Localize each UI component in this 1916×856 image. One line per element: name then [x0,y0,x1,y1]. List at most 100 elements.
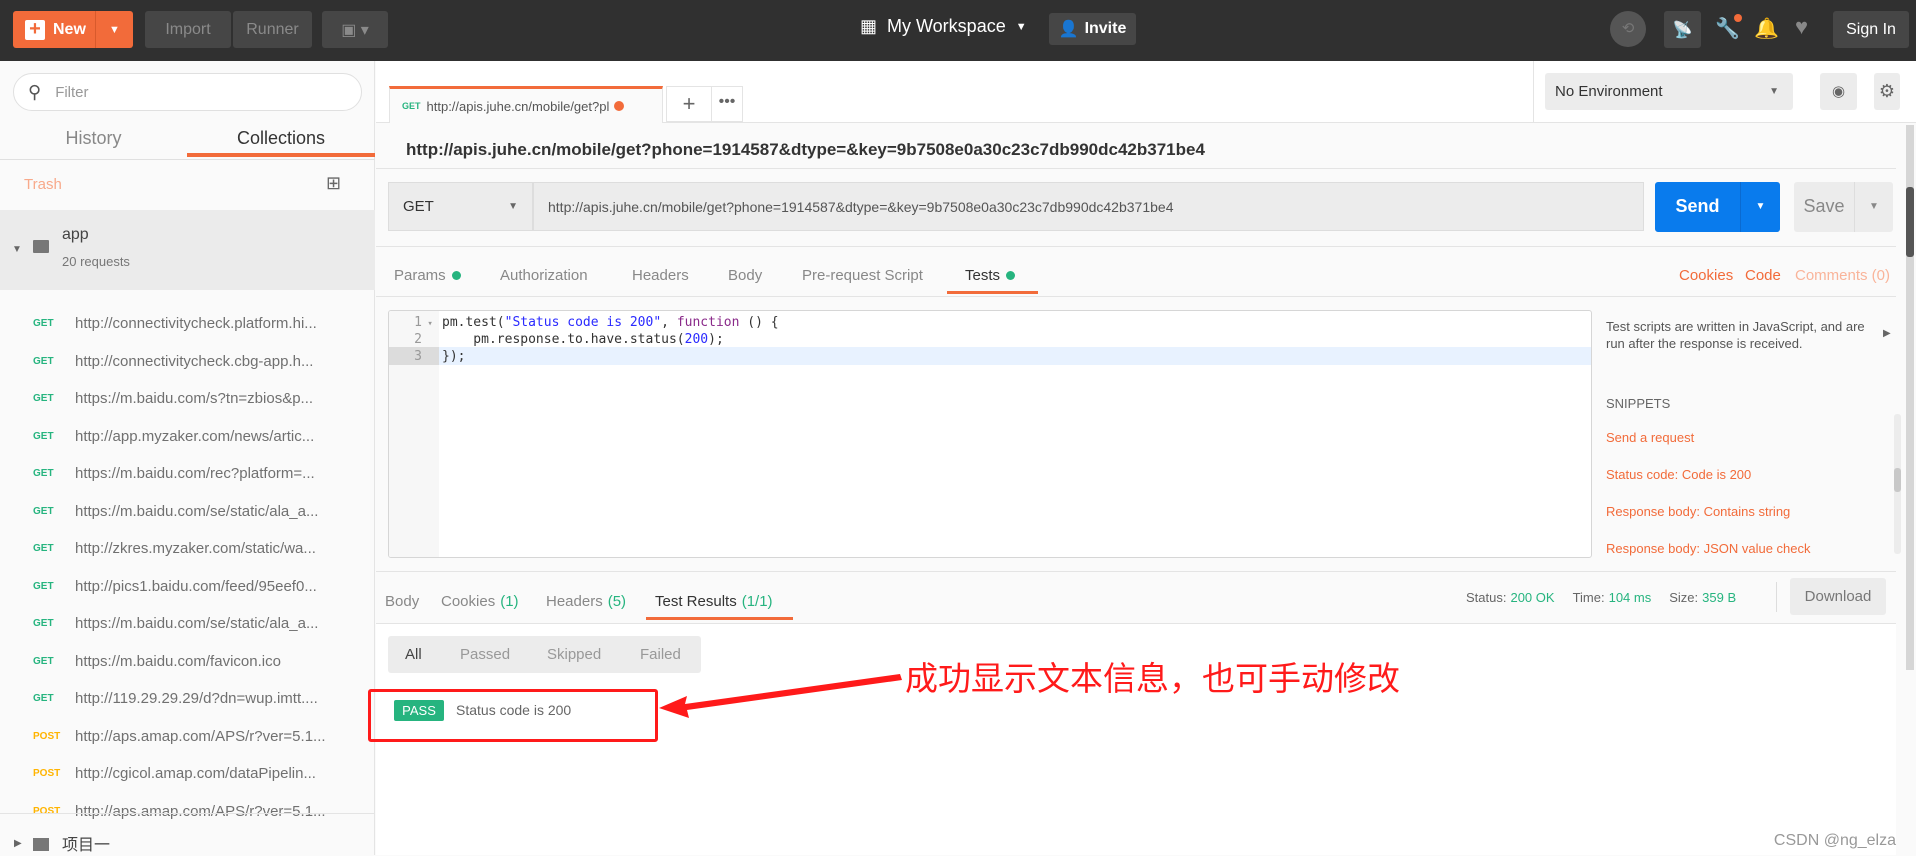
collection-name: 项目一 [62,837,111,854]
request-item[interactable]: GET https://m.baidu.com/rec?platform=... [0,455,375,492]
tab-label: Pre-request Script [802,267,923,284]
request-url: http://connectivitycheck.platform.hi... [75,315,317,332]
request-item[interactable]: GET http://connectivitycheck.cbg-app.h... [0,343,375,380]
folder-icon [33,838,49,851]
request-item[interactable]: GET http://119.29.29.29/d?dn=wup.imtt.... [0,680,375,717]
trash-link[interactable]: Trash [24,176,62,193]
request-item[interactable]: POST http://aps.amap.com/APS/r?ver=5.1... [0,793,375,830]
request-item[interactable]: POST http://cgicol.amap.com/dataPipelin..… [0,755,375,792]
workspace-switcher[interactable]: ▦ My Workspace ▼ [860,16,1027,37]
gear-icon[interactable]: ⚙ [1874,73,1900,110]
satellite-icon[interactable]: 📡 [1664,11,1701,48]
tab-count: (1/1) [741,593,773,610]
sync-off-icon[interactable]: ⟲ [1610,11,1646,47]
request-item[interactable]: GET https://m.baidu.com/se/static/ala_a..… [0,605,375,642]
method-select[interactable]: GET ▼ [388,182,533,231]
url-input[interactable]: http://apis.juhe.cn/mobile/get?phone=191… [533,182,1644,231]
highlight-box [368,689,658,742]
tab-collections[interactable]: Collections [187,124,375,157]
request-url: http://zkres.myzaker.com/static/wa... [75,540,316,557]
snippet-link[interactable]: Response body: JSON value check [1606,541,1811,556]
tab-tests[interactable]: Tests [965,267,1016,284]
new-button[interactable]: + New ▼ [13,11,133,48]
request-url: http://119.29.29.29/d?dn=wup.imtt.... [75,690,318,707]
chevron-down-icon: ▼ [1769,86,1779,97]
caret-right-icon[interactable]: ▶ [1883,328,1891,339]
heart-icon[interactable]: ♥ [1795,14,1808,40]
save-button[interactable]: Save ▼ [1794,182,1893,232]
tab-headers[interactable]: Headers [632,267,689,284]
filter-passed[interactable]: Passed [460,646,510,663]
snippet-link[interactable]: Response body: Contains string [1606,504,1790,519]
chevron-down-icon[interactable]: ▼ [1740,182,1780,232]
runner-button[interactable]: Runner [233,11,312,48]
snippet-link[interactable]: Send a request [1606,430,1694,445]
request-item[interactable]: GET http://pics1.baidu.com/feed/95eef0... [0,568,375,605]
method-badge: GET [33,618,54,629]
snippets-scrollbar[interactable] [1894,414,1901,554]
bell-icon[interactable]: 🔔 [1754,16,1779,41]
test-script-editor[interactable]: 1 ▾ pm.test("Status code is 200", functio… [388,310,1592,558]
response-tab-body[interactable]: Body [385,593,419,610]
time-label: Time: [1572,590,1605,605]
collection-project-one[interactable]: ▶ 项目一 [0,826,375,856]
filter-all[interactable]: All [405,646,422,663]
folder-icon [33,240,49,253]
new-window-button[interactable]: ▣ ▾ [322,11,388,48]
method-badge: GET [33,393,54,404]
tab-pre-request-script[interactable]: Pre-request Script [802,267,923,284]
invite-button[interactable]: 👤 Invite [1049,13,1136,45]
request-item[interactable]: GET http://app.myzaker.com/news/artic... [0,418,375,455]
sign-in-button[interactable]: Sign In [1833,11,1909,48]
tab-history[interactable]: History [0,124,187,152]
request-item[interactable]: GET https://m.baidu.com/se/static/ala_a..… [0,493,375,530]
method-badge: POST [33,805,61,817]
grid-icon: ▦ [860,16,878,36]
add-tab-button[interactable]: + [666,86,712,122]
new-collection-icon[interactable]: ⊞ [326,173,341,194]
tab-count: (1) [500,593,519,610]
chevron-down-icon[interactable]: ▼ [95,11,133,48]
request-tab-method: GET [402,101,421,111]
comments-link[interactable]: Comments (0) [1795,267,1890,284]
environment-select[interactable]: No Environment ▼ [1545,73,1793,110]
request-tab[interactable]: GET http://apis.juhe.cn/mobile/get?pl [389,86,663,123]
tab-body[interactable]: Body [728,267,762,284]
snippet-link[interactable]: Status code: Code is 200 [1606,467,1751,482]
import-button[interactable]: Import [145,11,231,48]
status-value: 200 OK [1510,590,1555,605]
annotation-text: 成功显示文本信息，也可手动修改 [905,659,1400,698]
collection-app[interactable]: ▼ app 20 requests [0,210,375,290]
request-item[interactable]: POST http://aps.amap.com/APS/r?ver=5.1... [0,718,375,755]
caret-down-icon[interactable]: ▼ [12,244,22,255]
send-button[interactable]: Send ▼ [1655,182,1780,232]
request-item[interactable]: GET https://m.baidu.com/s?tn=zbios&p... [0,380,375,417]
request-item[interactable]: GET http://zkres.myzaker.com/static/wa... [0,530,375,567]
code-link[interactable]: Code [1745,267,1781,284]
response-tab-test-results[interactable]: Test Results (1/1) [655,593,773,610]
request-item[interactable]: GET https://m.baidu.com/favicon.ico [0,643,375,680]
request-url: http://pics1.baidu.com/feed/95eef0... [75,577,317,595]
code-line: 3 }); [389,348,465,365]
wrench-icon[interactable]: 🔧 [1715,14,1742,41]
method-badge: GET [33,655,54,667]
filter-skipped[interactable]: Skipped [547,646,601,663]
request-url: https://m.baidu.com/se/static/ala_a... [75,502,319,520]
download-button[interactable]: Download [1790,578,1886,615]
watermark: CSDN @ng_elza [1773,832,1896,849]
more-tabs-button[interactable]: ••• [711,86,743,122]
filter-input[interactable]: ⚲ Filter [13,73,362,111]
method-badge: GET [33,318,54,329]
cookies-link[interactable]: Cookies [1679,267,1733,284]
chevron-down-icon[interactable]: ▼ [1854,182,1893,232]
main-scrollbar[interactable] [1906,125,1914,670]
user-plus-icon: 👤 [1058,21,1079,38]
tab-authorization[interactable]: Authorization [500,267,588,284]
active-tab-underline [947,291,1038,294]
response-tab-headers[interactable]: Headers (5) [546,593,626,610]
response-tab-cookies[interactable]: Cookies (1) [441,593,519,610]
environment-label: No Environment [1555,83,1663,100]
eye-icon[interactable]: ◉ [1820,73,1857,110]
request-item[interactable]: GET http://connectivitycheck.platform.hi.… [0,305,375,342]
tab-params[interactable]: Params [394,267,461,284]
